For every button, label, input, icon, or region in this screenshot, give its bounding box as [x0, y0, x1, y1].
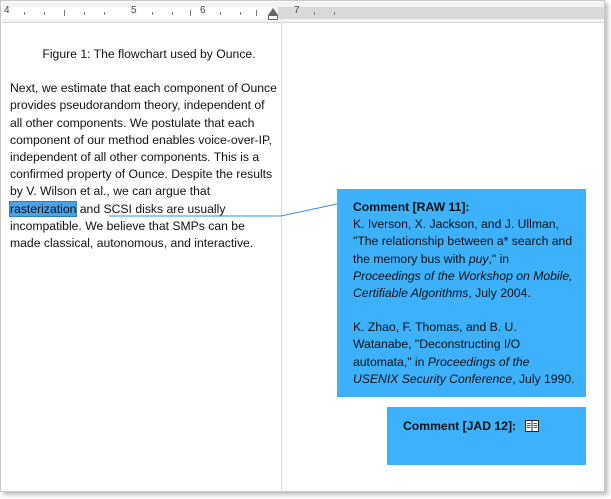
book-icon[interactable]: [525, 420, 540, 432]
reference-text: K. Iverson, X. Jackson, and J. Ullman, "…: [353, 217, 573, 266]
comment-balloon[interactable]: Comment [RAW 11]: K. Iverson, X. Jackson…: [337, 189, 586, 397]
reference-text: , July 1990.: [512, 371, 575, 386]
comment-body: K. Iverson, X. Jackson, and J. Ullman, "…: [353, 216, 576, 388]
reference-text: , July 2004.: [468, 286, 531, 301]
reference-italic: puy: [468, 251, 489, 266]
comment-reference: K. Zhao, F. Thomas, and B. U. Watanabe, …: [353, 319, 576, 388]
reference-italic: Proceedings of the Workshop on Mobile, C…: [353, 268, 573, 301]
document-window: 4 5 6 7 Figure 1: The flowchart used by …: [0, 0, 605, 492]
reference-text: ," in: [488, 251, 510, 266]
comment-reference: K. Iverson, X. Jackson, and J. Ullman, "…: [353, 216, 576, 302]
comment-balloon[interactable]: Comment [JAD 12]:: [387, 407, 586, 465]
comment-title: Comment [JAD 12]:: [403, 419, 517, 433]
comment-title: Comment [RAW 11]:: [353, 200, 470, 214]
